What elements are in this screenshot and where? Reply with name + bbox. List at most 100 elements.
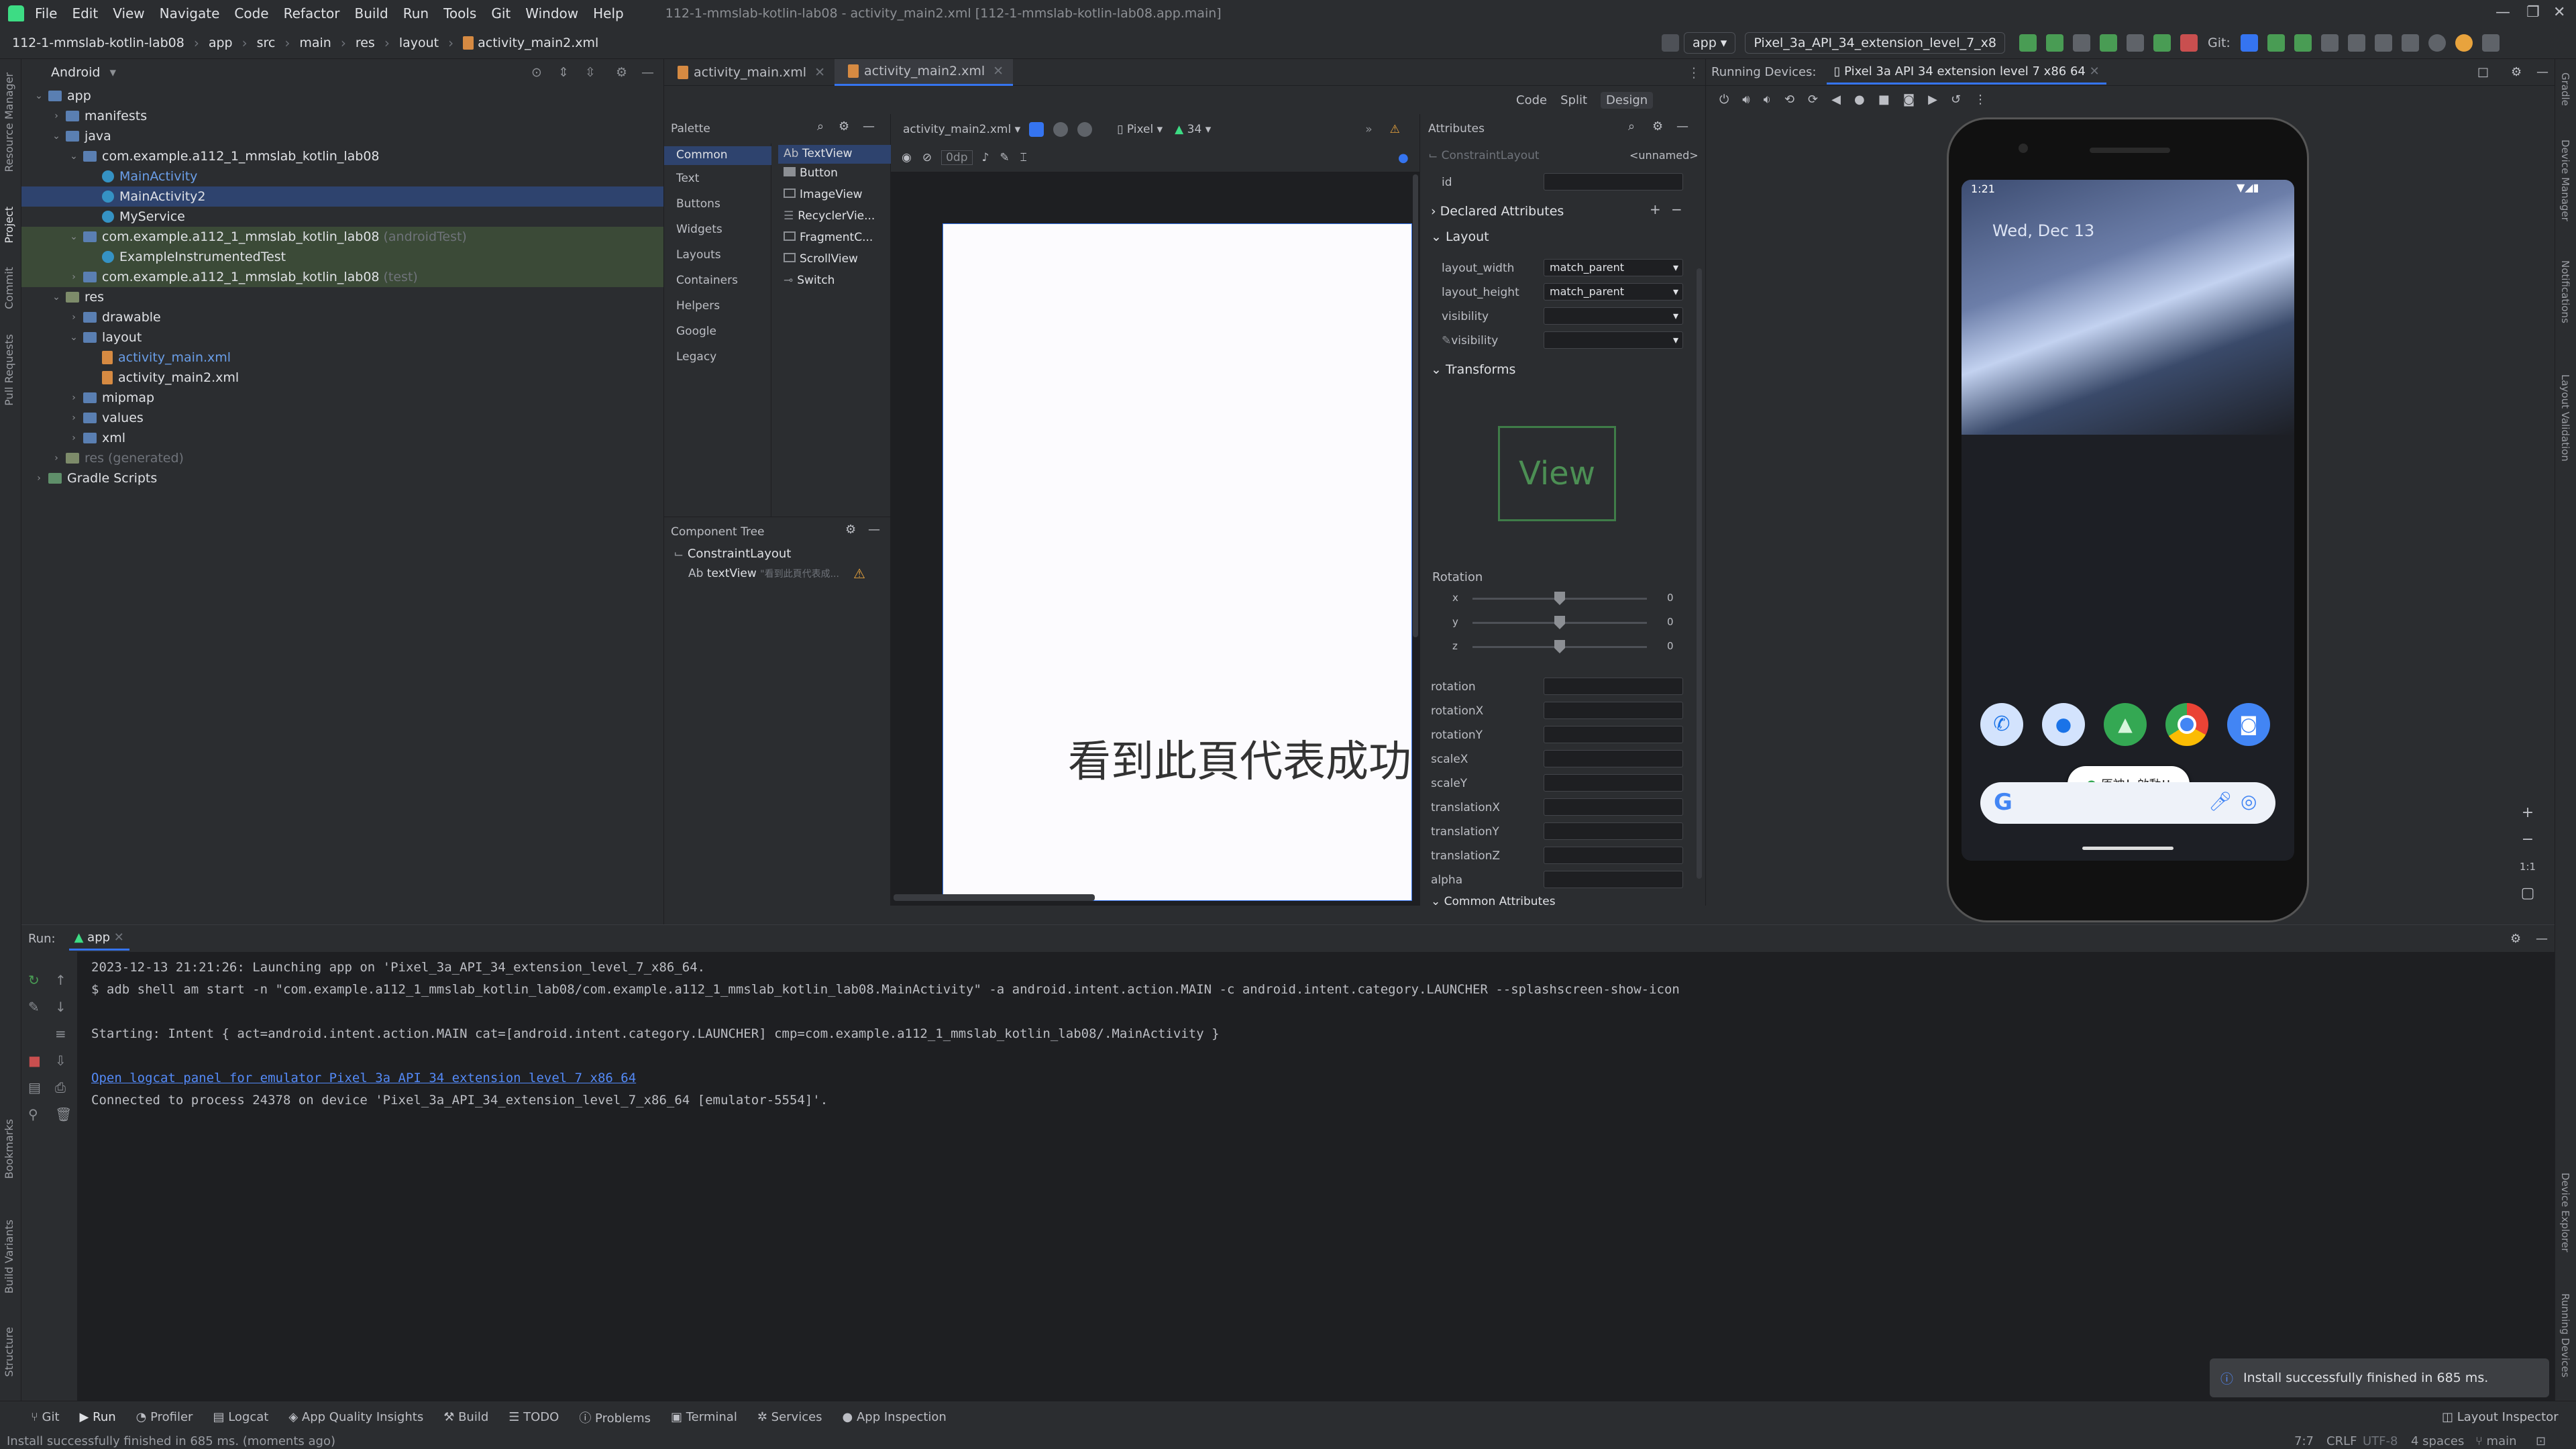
view-options-icon[interactable]: ◉ — [902, 151, 912, 164]
tool-build[interactable]: ⚒ Build — [443, 1410, 488, 1424]
rotate-right-icon[interactable]: ⟳ — [1808, 93, 1818, 107]
tool-app-inspection[interactable]: ● App Inspection — [843, 1410, 947, 1424]
actual-size-icon[interactable]: 1:1 — [2518, 853, 2538, 880]
clear-constraints-icon[interactable]: ♪ — [982, 151, 989, 164]
attributes-scrollbar[interactable] — [1697, 268, 1702, 879]
menu-help[interactable]: Help — [593, 5, 624, 21]
tool-device-manager[interactable]: Device Manager — [2559, 140, 2571, 221]
microphone-icon[interactable]: 🎤︎ — [2208, 790, 2233, 812]
palette-category-containers[interactable]: Containers — [664, 274, 771, 287]
maximize-icon[interactable]: ❐ — [2526, 4, 2540, 21]
notification-icon[interactable] — [2455, 34, 2473, 52]
menu-git[interactable]: Git — [491, 5, 511, 21]
breadcrumb-layout[interactable]: layout — [399, 36, 439, 50]
tool-logcat[interactable]: ▤ Logcat — [213, 1410, 268, 1424]
tree-item[interactable]: › values — [21, 408, 663, 428]
tool-app-quality-insights[interactable]: ◈ App Quality Insights — [288, 1410, 423, 1424]
locate-icon[interactable]: ⊙ — [531, 65, 542, 80]
tree-node-textview[interactable]: Ab textView "看到此頁代表成... — [688, 567, 839, 580]
layout-icon[interactable]: ▤ — [28, 1079, 41, 1095]
expand-all-icon[interactable]: ⇕ — [558, 65, 569, 80]
rotate-left-icon[interactable]: ⟲ — [1784, 93, 1794, 107]
screenshot-icon[interactable]: ◙ — [1903, 93, 1915, 107]
messages-app-icon[interactable]: ● — [2042, 703, 2085, 746]
palette-category-legacy[interactable]: Legacy — [664, 350, 771, 364]
chevron-right-icon[interactable]: › — [67, 312, 80, 323]
scaley-field[interactable] — [1544, 774, 1683, 792]
add-attribute-icon[interactable]: + — [1650, 201, 1661, 217]
palette-category-text[interactable]: Text — [664, 172, 771, 185]
tool-commit[interactable]: Commit — [3, 267, 15, 309]
palette-item-button[interactable]: Button — [778, 166, 891, 180]
emulator-screen[interactable]: 1:21 ▼◢▮ Wed, Dec 13 ✆ ● ▲ ◙ ●原神！啟動!! G … — [1962, 180, 2294, 861]
chevron-down-icon[interactable]: ⌄ — [50, 292, 63, 303]
more-options-icon[interactable]: ⋮ — [1974, 93, 1986, 107]
search-icon[interactable]: ⌕ — [817, 119, 824, 133]
collapse-all-icon[interactable]: ⇳ — [585, 65, 596, 80]
gear-icon[interactable]: ⚙ — [1652, 119, 1663, 133]
code-mode-button[interactable]: Code — [1516, 93, 1547, 107]
breadcrumb-project[interactable]: 112-1-mmslab-kotlin-lab08 — [12, 36, 184, 50]
palette-category-buttons[interactable]: Buttons — [664, 197, 771, 211]
breadcrumb-res[interactable]: res — [356, 36, 375, 50]
autoconnect-icon[interactable]: ⊘ — [922, 151, 932, 164]
palette-category-widgets[interactable]: Widgets — [664, 223, 771, 236]
tool-bookmarks[interactable]: Bookmarks — [3, 1119, 15, 1179]
tool-pull-requests[interactable]: Pull Requests — [3, 334, 15, 406]
palette-category-helpers[interactable]: Helpers — [664, 299, 771, 313]
open-logcat-link[interactable]: Open logcat panel for emulator Pixel 3a … — [91, 1071, 636, 1085]
tree-item[interactable]: ⌄ java — [21, 126, 663, 146]
warning-icon[interactable]: ⚠ — [1390, 123, 1400, 136]
orientation-icon[interactable] — [1053, 122, 1069, 137]
hide-icon[interactable]: — — [2536, 932, 2548, 946]
guidelines-icon[interactable]: ⌶ — [1020, 151, 1027, 164]
tool-resource-manager[interactable]: Resource Manager — [3, 72, 15, 172]
tree-item[interactable]: › Gradle Scripts — [21, 468, 663, 488]
chevron-down-icon[interactable]: ⌄ — [50, 131, 63, 142]
infer-constraints-icon[interactable]: ✎ — [1000, 151, 1009, 164]
tree-item[interactable]: activity_main2.xml — [21, 368, 663, 388]
breadcrumb-main[interactable]: main — [299, 36, 331, 50]
stop-icon[interactable]: ■ — [28, 1053, 41, 1069]
hide-icon[interactable]: — — [868, 523, 880, 537]
chevron-right-icon[interactable]: › — [50, 453, 63, 464]
maximize-icon[interactable]: □ — [2477, 65, 2489, 79]
palette-item-fragmentcontainer[interactable]: FragmentC... — [778, 231, 891, 244]
tree-item[interactable]: › res (generated) — [21, 448, 663, 468]
tool-running-devices[interactable]: Running Devices — [2559, 1293, 2571, 1377]
palette-category-google[interactable]: Google — [664, 325, 771, 338]
wrench-icon[interactable]: ✎ — [28, 999, 40, 1015]
palette-item-scrollview[interactable]: ScrollView — [778, 252, 891, 266]
sync-icon[interactable] — [2072, 34, 2090, 52]
git-push-icon[interactable] — [2294, 34, 2312, 52]
device-tab[interactable]: ▯ Pixel 3a API 34 extension level 7 x86 … — [1827, 60, 2106, 85]
rotation-y-thumb[interactable] — [1554, 616, 1565, 629]
profile-icon[interactable] — [2126, 34, 2144, 52]
menu-run[interactable]: Run — [403, 5, 429, 21]
chevron-right-icon[interactable]: › — [67, 272, 80, 282]
menu-tools[interactable]: Tools — [443, 5, 476, 21]
overview-icon[interactable]: ■ — [1878, 93, 1890, 107]
file-encoding[interactable]: UTF-8 — [2363, 1434, 2398, 1448]
lock-icon[interactable]: ⊡ — [2536, 1434, 2546, 1448]
translationz-field[interactable] — [1544, 847, 1683, 864]
tree-item[interactable]: activity_main.xml — [21, 347, 663, 368]
close-tab-icon[interactable]: ✕ — [993, 64, 1004, 78]
palette-item-textview[interactable]: Ab TextView — [778, 145, 891, 164]
chevron-down-icon[interactable]: ⌄ — [67, 151, 80, 162]
translationy-field[interactable] — [1544, 822, 1683, 840]
caret-position[interactable]: 7:7 — [2294, 1434, 2314, 1448]
tool-project[interactable]: Project — [3, 207, 15, 244]
minimize-icon[interactable]: — — [2496, 4, 2510, 21]
home-icon[interactable]: ● — [1854, 93, 1865, 107]
gear-icon[interactable]: ⚙ — [845, 523, 856, 537]
volume-down-icon[interactable]: 🔉︎ — [1764, 93, 1771, 107]
close-icon[interactable]: ✕ — [2553, 4, 2565, 21]
gear-icon[interactable]: ⚙ — [2511, 65, 2522, 79]
project-view-mode[interactable]: Android — [51, 65, 100, 80]
indent-setting[interactable]: 4 spaces — [2411, 1434, 2464, 1448]
hide-icon[interactable]: — — [863, 119, 875, 133]
rotationx-field[interactable] — [1544, 702, 1683, 719]
tool-problems[interactable]: ⓘ Problems — [579, 1409, 651, 1426]
menu-code[interactable]: Code — [234, 5, 268, 21]
